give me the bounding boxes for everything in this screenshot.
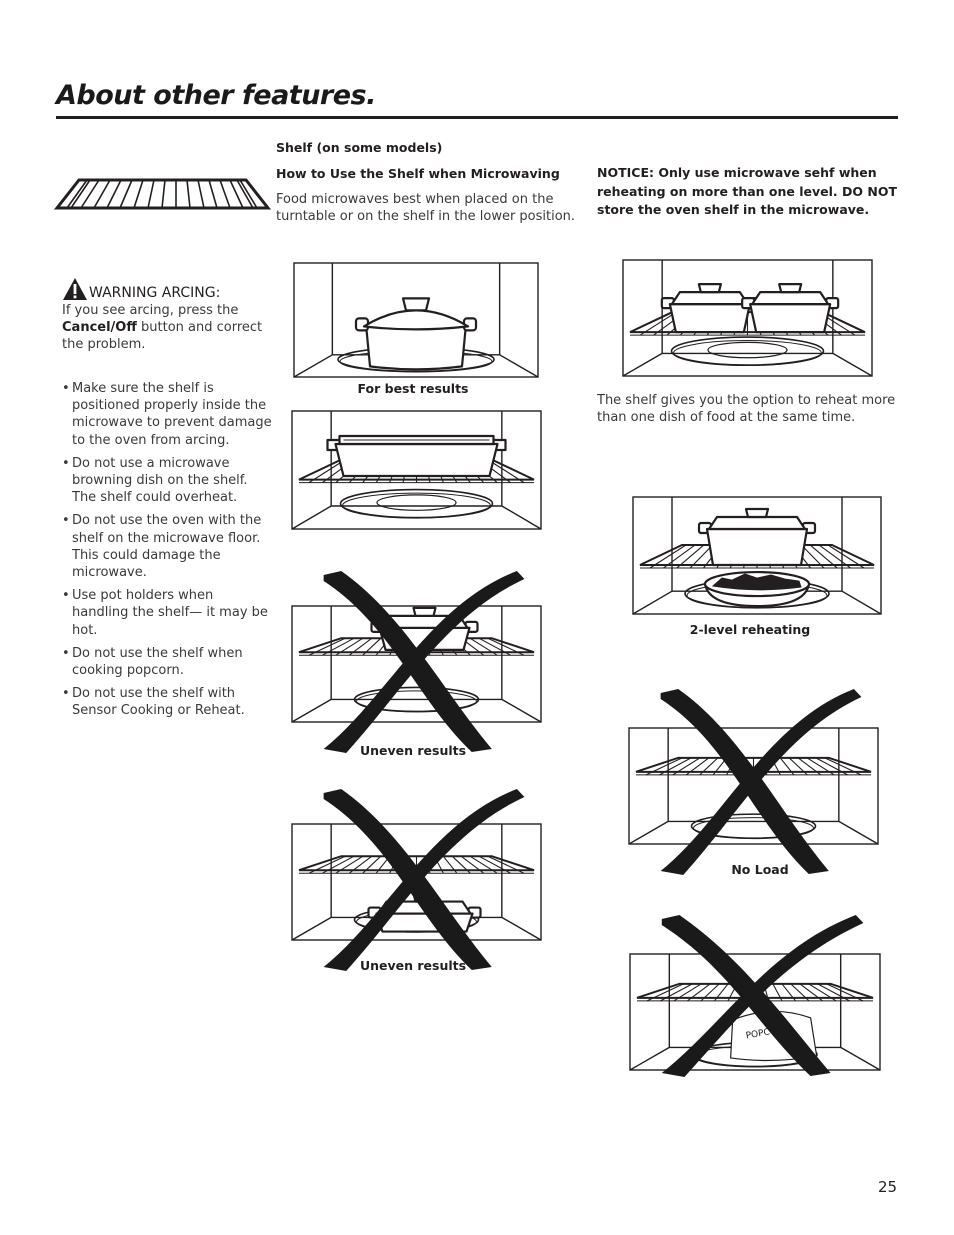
warning-text: If you see arcing, press the Cancel/Off … xyxy=(62,303,263,352)
shelf-subheading: How to Use the Shelf when Microwaving xyxy=(276,166,560,181)
figure-two-level-reheating xyxy=(632,496,882,615)
figure-uneven-results-1 xyxy=(291,571,542,753)
figure-no-load xyxy=(628,689,879,875)
list-item: Do not use the shelf when cooking popcor… xyxy=(62,645,272,679)
cancel-off-button-name: Cancel/Off xyxy=(62,320,137,335)
figure-popcorn: POPCORN xyxy=(629,915,881,1077)
list-item: Do not use a microwave browning dish on … xyxy=(62,455,272,507)
turntable xyxy=(670,336,825,367)
turntable xyxy=(339,488,494,519)
figure-uneven-results-2 xyxy=(291,789,542,971)
page-number: 25 xyxy=(878,1178,898,1196)
figure-dish-on-shelf xyxy=(291,410,542,530)
food-bowl xyxy=(703,570,811,608)
figure-best-results xyxy=(293,262,539,378)
shelf-notice: NOTICE: Only use microwave sehf when reh… xyxy=(597,165,897,217)
list-item: Do not use the shelf with Sensor Cooking… xyxy=(62,685,272,719)
casserole-dish xyxy=(326,434,507,478)
covered-casserole xyxy=(697,507,817,567)
warning-title: WARNING ARCING: xyxy=(89,285,221,301)
caption-best-results: For best results xyxy=(357,381,469,396)
page-title: About other features. xyxy=(56,80,376,111)
warning-heading: WARNING ARCING: xyxy=(62,277,220,301)
prohibited-x-mark xyxy=(323,789,525,971)
prohibited-x-mark xyxy=(323,571,525,753)
shelf-rack-illustration xyxy=(53,178,272,210)
shelf-heading: Shelf (on some models) xyxy=(276,140,443,155)
caption-no-load: No Load xyxy=(731,862,789,877)
list-item: Use pot holders when handling the shelf—… xyxy=(62,587,272,639)
covered-casserole xyxy=(741,283,840,334)
warning-triangle-icon xyxy=(63,278,87,300)
shelf-safety-list: Make sure the shelf is positioned proper… xyxy=(62,380,272,726)
list-item: Make sure the shelf is positioned proper… xyxy=(62,380,272,449)
figure-two-dishes xyxy=(622,259,873,377)
prohibited-x-mark xyxy=(660,689,862,875)
caption-uneven-results-1: Uneven results xyxy=(359,743,467,758)
cooking-pot xyxy=(354,297,478,371)
title-divider xyxy=(56,116,898,119)
shelf-option-text: The shelf gives you the option to reheat… xyxy=(597,393,896,425)
shelf-description: Food microwaves best when placed on the … xyxy=(276,192,576,224)
caption-two-level-reheating: 2-level reheating xyxy=(689,622,811,637)
list-item: Do not use the oven with the shelf on th… xyxy=(62,512,272,581)
caption-uneven-results-2: Uneven results xyxy=(359,958,467,973)
